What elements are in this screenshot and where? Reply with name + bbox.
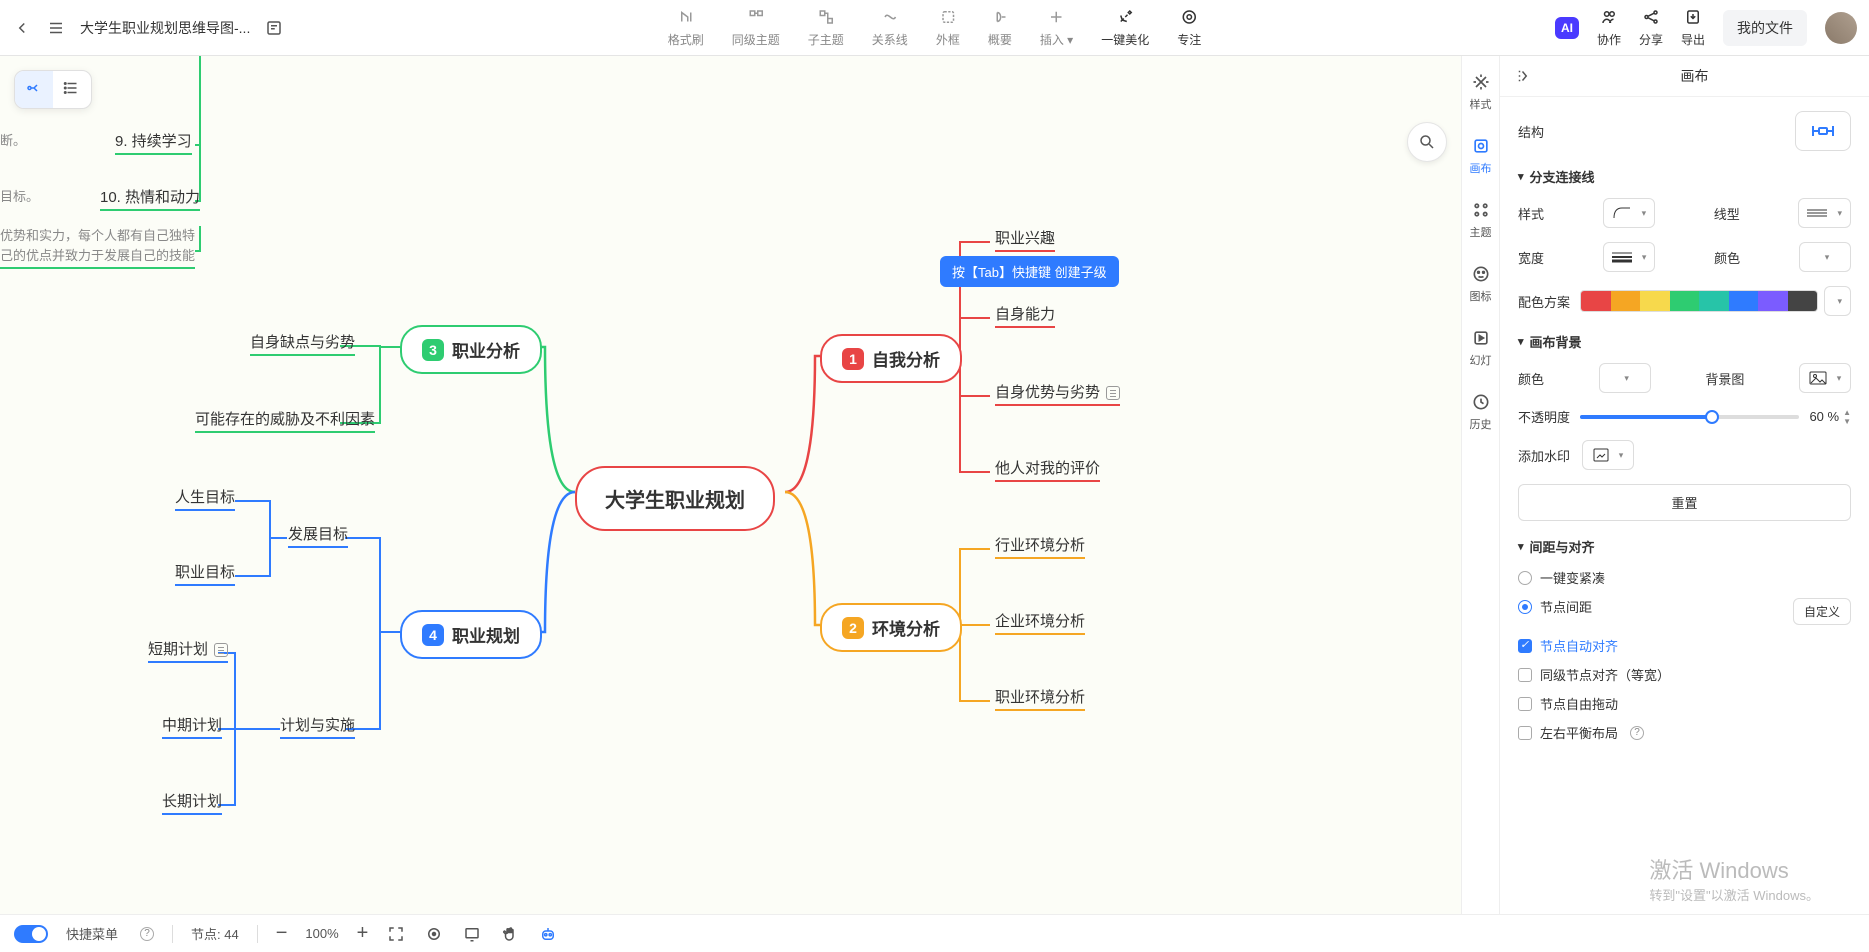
help-icon[interactable]: ?	[1630, 726, 1644, 740]
node-center[interactable]: 大学生职业规划	[575, 466, 775, 531]
hand-icon[interactable]	[500, 924, 520, 944]
tool-一键美化[interactable]: 一键美化	[1101, 7, 1149, 48]
help-icon[interactable]: ?	[140, 927, 154, 941]
sidetab-样式[interactable]: 样式	[1470, 72, 1492, 112]
leaf[interactable]: 10. 热情和动力	[100, 186, 200, 211]
sidetab-画布[interactable]: 画布	[1470, 136, 1492, 176]
node-count: 节点: 44	[191, 924, 239, 943]
leaf[interactable]: 他人对我的评价	[995, 457, 1100, 482]
checkbox-equal-width[interactable]: 同级节点对齐（等宽）	[1518, 665, 1851, 684]
leaf[interactable]: 可能存在的威胁及不利因素	[195, 408, 375, 433]
robot-icon[interactable]	[538, 924, 558, 944]
my-files-button[interactable]: 我的文件	[1723, 10, 1807, 46]
leaf[interactable]: 9. 持续学习	[115, 130, 192, 155]
bg-color-picker[interactable]	[1599, 363, 1651, 393]
note-icon[interactable]	[214, 643, 228, 657]
section-canvas-bg[interactable]: 画布背景	[1518, 332, 1851, 351]
tool-专注[interactable]: 专注	[1177, 7, 1201, 48]
reset-button[interactable]: 重置	[1518, 484, 1851, 521]
section-spacing[interactable]: 间距与对齐	[1518, 537, 1851, 556]
avatar[interactable]	[1825, 12, 1857, 44]
opacity-value: 60 %	[1809, 409, 1839, 424]
line-color-picker[interactable]	[1799, 242, 1851, 272]
outline-icon[interactable]	[264, 18, 284, 38]
checkbox-balance[interactable]: 左右平衡布局?	[1518, 723, 1851, 742]
leaf[interactable]: 长期计划	[162, 790, 222, 815]
tool-概要[interactable]: 概要	[988, 7, 1012, 48]
document-title[interactable]: 大学生职业规划思维导图-...	[80, 18, 250, 38]
line-width-picker[interactable]	[1603, 242, 1656, 272]
custom-spacing-button[interactable]: 自定义	[1793, 598, 1851, 625]
leaf[interactable]: 中期计划	[162, 714, 222, 739]
radio-compact[interactable]: 一键变紧凑	[1518, 568, 1851, 587]
leaf-text[interactable]: 优势和实力，每个人都有自己独特 己的优点并致力于发展自己的技能	[0, 226, 195, 269]
locate-icon[interactable]	[424, 924, 444, 944]
watermark-picker[interactable]	[1582, 440, 1634, 470]
leaf-text: 断。	[0, 130, 26, 153]
leaf[interactable]: 职业目标	[175, 561, 235, 586]
collab-button[interactable]: 协作	[1597, 7, 1621, 48]
share-button[interactable]: 分享	[1639, 7, 1663, 48]
opacity-up[interactable]: ▲	[1843, 408, 1851, 417]
present-icon[interactable]	[462, 924, 482, 944]
leaf[interactable]: 计划与实施	[280, 714, 355, 739]
leaf-text: 目标。	[0, 186, 39, 209]
leaf[interactable]: 自身优势与劣势	[995, 381, 1120, 406]
node-career-plan[interactable]: 4职业规划	[400, 610, 542, 659]
quickmenu-toggle[interactable]	[14, 925, 48, 943]
node-self-analysis[interactable]: 1自我分析	[820, 334, 962, 383]
leaf[interactable]: 人生目标	[175, 486, 235, 511]
tool-插入[interactable]: 插入 ▾	[1040, 7, 1073, 48]
tool-子主题[interactable]: 子主题	[808, 7, 844, 48]
leaf[interactable]: 职业兴趣	[995, 227, 1055, 252]
fullscreen-icon[interactable]	[386, 924, 406, 944]
radio-node-spacing[interactable]: 节点间距	[1518, 597, 1592, 616]
leaf[interactable]: 自身能力	[995, 303, 1055, 328]
opacity-slider[interactable]	[1580, 415, 1799, 419]
tool-同级主题[interactable]: 同级主题	[732, 7, 780, 48]
panel-title: 画布	[1534, 66, 1855, 86]
sidetab-图标[interactable]: 图标	[1470, 264, 1492, 304]
checkbox-free-drag[interactable]: 节点自由拖动	[1518, 694, 1851, 713]
bg-image-picker[interactable]	[1799, 363, 1851, 393]
tool-外框[interactable]: 外框	[936, 7, 960, 48]
export-button[interactable]: 导出	[1681, 7, 1705, 48]
zoom-in-button[interactable]: +	[357, 922, 369, 945]
leaf[interactable]: 行业环境分析	[995, 534, 1085, 559]
checkbox-auto-align[interactable]: 节点自动对齐	[1518, 636, 1851, 655]
tool-关系线[interactable]: 关系线	[872, 7, 908, 48]
structure-picker[interactable]	[1795, 111, 1851, 151]
ai-button[interactable]: AI	[1555, 17, 1579, 39]
menu-icon[interactable]	[46, 18, 66, 38]
line-style-picker[interactable]	[1603, 198, 1656, 228]
opacity-down[interactable]: ▼	[1843, 417, 1851, 426]
back-icon[interactable]	[12, 18, 32, 38]
tool-格式刷[interactable]: 格式刷	[668, 7, 704, 48]
zoom-level[interactable]: 100%	[305, 926, 338, 941]
color-scheme-picker[interactable]	[1580, 290, 1818, 312]
leaf[interactable]: 企业环境分析	[995, 610, 1085, 635]
note-icon[interactable]	[1106, 386, 1120, 400]
leaf[interactable]: 自身缺点与劣势	[250, 331, 355, 356]
node-env-analysis[interactable]: 2环境分析	[820, 603, 962, 652]
color-scheme-more[interactable]	[1824, 286, 1851, 316]
sidetab-主题[interactable]: 主题	[1470, 200, 1492, 240]
node-career-analysis[interactable]: 3职业分析	[400, 325, 542, 374]
line-type-picker[interactable]	[1798, 198, 1851, 228]
sidetab-幻灯[interactable]: 幻灯	[1470, 328, 1492, 368]
properties-panel: 画布 结构 分支连接线 样式 线型 宽度 颜色 配色方案 画布背景 颜色 背景图…	[1499, 56, 1869, 914]
mindmap-canvas[interactable]: 大学生职业规划 1自我分析 职业兴趣 自身能力 自身优势与劣势 他人对我的评价 …	[0, 56, 1461, 914]
leaf[interactable]: 短期计划	[148, 638, 228, 663]
leaf[interactable]: 发展目标	[288, 523, 348, 548]
collapse-panel-icon[interactable]	[1514, 66, 1534, 86]
section-branch-lines[interactable]: 分支连接线	[1518, 167, 1851, 186]
leaf[interactable]: 职业环境分析	[995, 686, 1085, 711]
label-structure: 结构	[1518, 122, 1544, 141]
hint-tooltip: 按【Tab】快捷键 创建子级	[940, 256, 1119, 287]
zoom-out-button[interactable]: −	[276, 922, 288, 945]
sidetab-历史[interactable]: 历史	[1470, 392, 1492, 432]
